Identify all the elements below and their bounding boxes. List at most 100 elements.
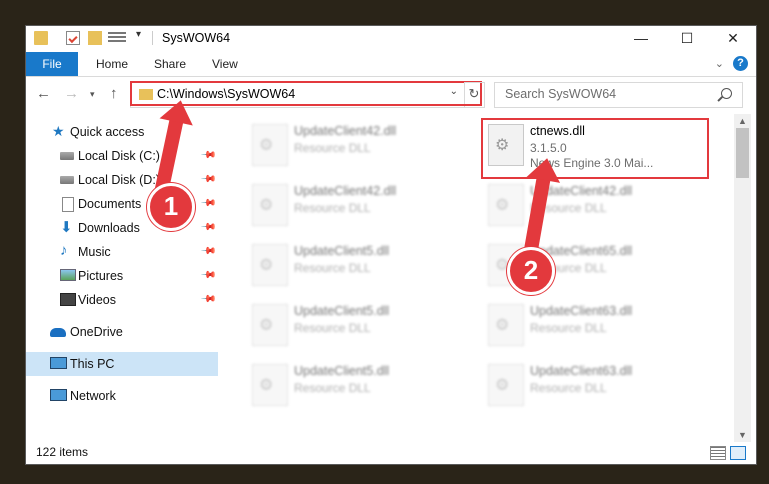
pictures-icon [60, 269, 76, 281]
sidebar-item-local-disk-d[interactable]: Local Disk (D:) 📌 [26, 168, 218, 192]
sidebar-item-label: Network [70, 389, 116, 403]
search-icon[interactable] [721, 88, 732, 99]
list-item[interactable]: UpdateClient42.dll Resource DLL [222, 178, 452, 230]
vertical-scrollbar[interactable]: ▲ ▼ [734, 114, 751, 442]
list-item[interactable]: UpdateClient5.dll Resource DLL [222, 358, 452, 410]
scrollbar-thumb[interactable] [736, 128, 749, 178]
sidebar-item-pictures[interactable]: Pictures 📌 [26, 264, 218, 288]
dll-file-icon [252, 244, 288, 286]
sidebar-item-label: Documents [78, 197, 142, 211]
file-type: Resource DLL [294, 201, 371, 215]
sidebar-item-this-pc[interactable]: This PC [26, 352, 218, 376]
tab-share[interactable]: Share [154, 52, 186, 76]
sidebar-item-network[interactable]: Network [26, 384, 218, 408]
list-item[interactable]: UpdateClient5.dll Resource DLL [222, 298, 452, 350]
disk-icon [60, 176, 74, 184]
downloads-icon: ⬇ [60, 219, 73, 236]
file-name: UpdateClient5.dll [294, 244, 390, 258]
dll-file-icon [252, 124, 288, 166]
file-type: Resource DLL [294, 141, 371, 155]
tab-file[interactable]: File [26, 52, 78, 76]
videos-icon [60, 293, 76, 306]
sidebar-item-local-disk-c[interactable]: Local Disk (C:) 📌 [26, 144, 218, 168]
documents-icon [62, 197, 74, 212]
window-title: SysWOW64 [162, 31, 231, 45]
list-item[interactable]: UpdateClient63.dll Resource DLL [458, 298, 688, 350]
view-options-icon[interactable] [108, 32, 126, 44]
search-placeholder: Search SysWOW64 [505, 87, 617, 101]
sidebar-item-label: Videos [78, 293, 116, 307]
pin-icon[interactable]: 📌 [199, 171, 216, 188]
help-icon[interactable]: ? [733, 56, 748, 71]
file-type: Resource DLL [530, 321, 607, 335]
step-2-badge: 2 [507, 247, 555, 295]
status-bar: 122 items [26, 442, 756, 464]
file-highlight-box [481, 118, 709, 179]
dll-file-icon [488, 304, 524, 346]
folder-icon [34, 31, 48, 45]
pin-icon[interactable]: 📌 [199, 291, 216, 308]
pin-icon[interactable]: 📌 [199, 219, 216, 236]
title-bar: ▾ SysWOW64 — ☐ ✕ [26, 26, 756, 50]
expand-ribbon-icon[interactable]: ⌄ [715, 57, 724, 70]
sidebar-item-label: Downloads [78, 221, 140, 235]
file-name: UpdateClient42.dll [294, 184, 397, 198]
search-box[interactable]: Search SysWOW64 [494, 82, 743, 108]
step-1-badge: 1 [147, 183, 195, 231]
scroll-up-icon[interactable]: ▲ [738, 116, 747, 126]
close-button[interactable]: ✕ [710, 26, 756, 50]
file-type: Resource DLL [530, 381, 607, 395]
list-item[interactable]: UpdateClient63.dll Resource DLL [458, 358, 688, 410]
computer-icon [50, 357, 67, 369]
back-arrow-icon[interactable]: ← [36, 85, 51, 102]
dll-file-icon [488, 184, 524, 226]
dll-file-icon [252, 304, 288, 346]
tiles-view-icon[interactable] [730, 446, 746, 460]
refresh-icon[interactable]: ↻ [464, 82, 485, 108]
pin-icon[interactable]: 📌 [199, 267, 216, 284]
file-name: UpdateClient63.dll [530, 364, 633, 378]
sidebar-item-label: Pictures [78, 269, 124, 283]
pin-icon[interactable]: 📌 [199, 195, 216, 212]
tab-view[interactable]: View [212, 52, 238, 76]
list-item[interactable]: UpdateClient5.dll Resource DLL [222, 238, 452, 290]
sidebar-item-label: OneDrive [70, 325, 123, 339]
new-folder-icon[interactable] [88, 31, 102, 45]
explorer-window: ▾ SysWOW64 — ☐ ✕ File Home Share View ⌄ … [26, 26, 756, 464]
dll-file-icon [252, 364, 288, 406]
item-count: 122 items [36, 445, 89, 459]
sidebar-item-label: This PC [70, 357, 115, 371]
forward-arrow-icon[interactable]: → [64, 85, 79, 102]
tab-home[interactable]: Home [96, 52, 128, 76]
pin-icon[interactable]: 📌 [199, 243, 216, 260]
sidebar-item-onedrive[interactable]: OneDrive [26, 320, 218, 344]
pin-icon[interactable]: 📌 [199, 147, 216, 164]
dll-file-icon [252, 184, 288, 226]
recent-locations-icon[interactable]: ▾ [90, 89, 95, 100]
sidebar-item-label: Music [78, 245, 111, 259]
file-name: UpdateClient63.dll [530, 304, 633, 318]
navigation-pane: ★ Quick access Local Disk (C:) 📌 Local D… [26, 114, 218, 442]
file-type: Resource DLL [294, 261, 371, 275]
minimize-button[interactable]: — [618, 26, 664, 50]
file-type: Resource DLL [294, 381, 371, 395]
sidebar-item-label: Local Disk (C:) [78, 149, 160, 163]
sidebar-item-videos[interactable]: Videos 📌 [26, 288, 218, 312]
up-arrow-icon[interactable]: ↑ [110, 85, 118, 102]
list-item[interactable]: UpdateClient42.dll Resource DLL [222, 118, 452, 170]
maximize-button[interactable]: ☐ [664, 26, 710, 50]
ribbon: File Home Share View ⌄ ? [26, 52, 756, 77]
customize-toolbar-icon[interactable]: ▾ [136, 29, 141, 40]
sidebar-item-music[interactable]: ♪ Music 📌 [26, 240, 218, 264]
title-separator [152, 31, 153, 45]
network-icon [50, 389, 67, 401]
list-item[interactable]: UpdateClient65.dll Resource DLL [458, 238, 688, 290]
file-type: Resource DLL [294, 321, 371, 335]
properties-icon[interactable] [66, 31, 80, 45]
music-icon: ♪ [60, 242, 68, 259]
scroll-down-icon[interactable]: ▼ [738, 430, 747, 440]
star-icon: ★ [52, 123, 65, 139]
list-item[interactable]: UpdateClient42.dll Resource DLL [458, 178, 688, 230]
disk-icon [60, 152, 74, 160]
details-view-icon[interactable] [710, 446, 726, 460]
